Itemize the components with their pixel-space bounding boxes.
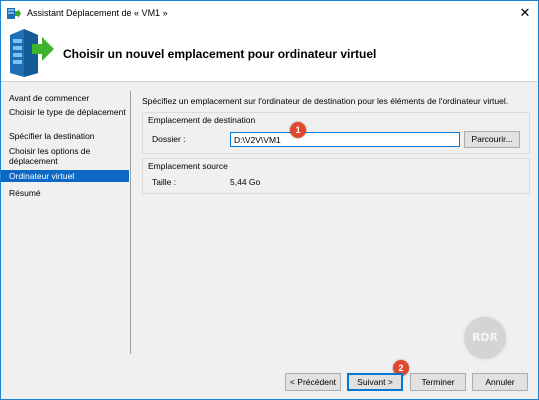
nav-item-before-you-begin[interactable]: Avant de commencer [9,93,127,103]
title-bar: Assistant Déplacement de « VM1 » ✕ [1,1,538,26]
server-move-icon [10,29,54,77]
source-group-title: Emplacement source [148,161,228,171]
close-icon: ✕ [519,5,531,20]
folder-label: Dossier : [152,134,186,144]
page-title: Choisir un nouvel emplacement pour ordin… [63,47,377,61]
nav-item-virtual-machine[interactable]: Ordinateur virtuel [1,170,129,182]
cancel-button[interactable]: Annuler [472,373,528,391]
nav-item-summary[interactable]: Résumé [9,188,127,198]
wizard-window: Assistant Déplacement de « VM1 » ✕ Chois… [0,0,539,400]
size-label: Taille : [152,177,177,187]
previous-button[interactable]: < Précédent [285,373,341,391]
vm-move-icon [7,8,21,19]
browse-button[interactable]: Parcourir... [464,131,520,148]
destination-group: Emplacement de destination Dossier : Par… [142,112,530,154]
window-title: Assistant Déplacement de « VM1 » [27,8,168,18]
close-button[interactable]: ✕ [516,5,534,21]
destination-group-title: Emplacement de destination [148,115,256,125]
folder-path-input[interactable] [230,132,460,147]
wizard-steps-nav: Avant de commencer Choisir le type de dé… [1,91,131,331]
next-button[interactable]: Suivant > [347,373,403,391]
wizard-header: Choisir un nouvel emplacement pour ordin… [1,26,538,82]
size-value: 5,44 Go [230,177,261,187]
nav-item-choose-move-type[interactable]: Choisir le type de déplacement [9,107,127,117]
nav-divider [130,91,131,354]
finish-button[interactable]: Terminer [410,373,466,391]
intro-text: Spécifiez un emplacement sur l'ordinateu… [142,96,509,106]
rdr-watermark-logo: RDR [462,315,508,361]
annotation-badge-1: 1 [290,122,306,138]
nav-item-choose-move-options[interactable]: Choisir les options de déplacement [9,146,127,166]
source-group: Emplacement source Taille : 5,44 Go [142,158,530,194]
nav-item-specify-destination[interactable]: Spécifier la destination [9,131,127,141]
